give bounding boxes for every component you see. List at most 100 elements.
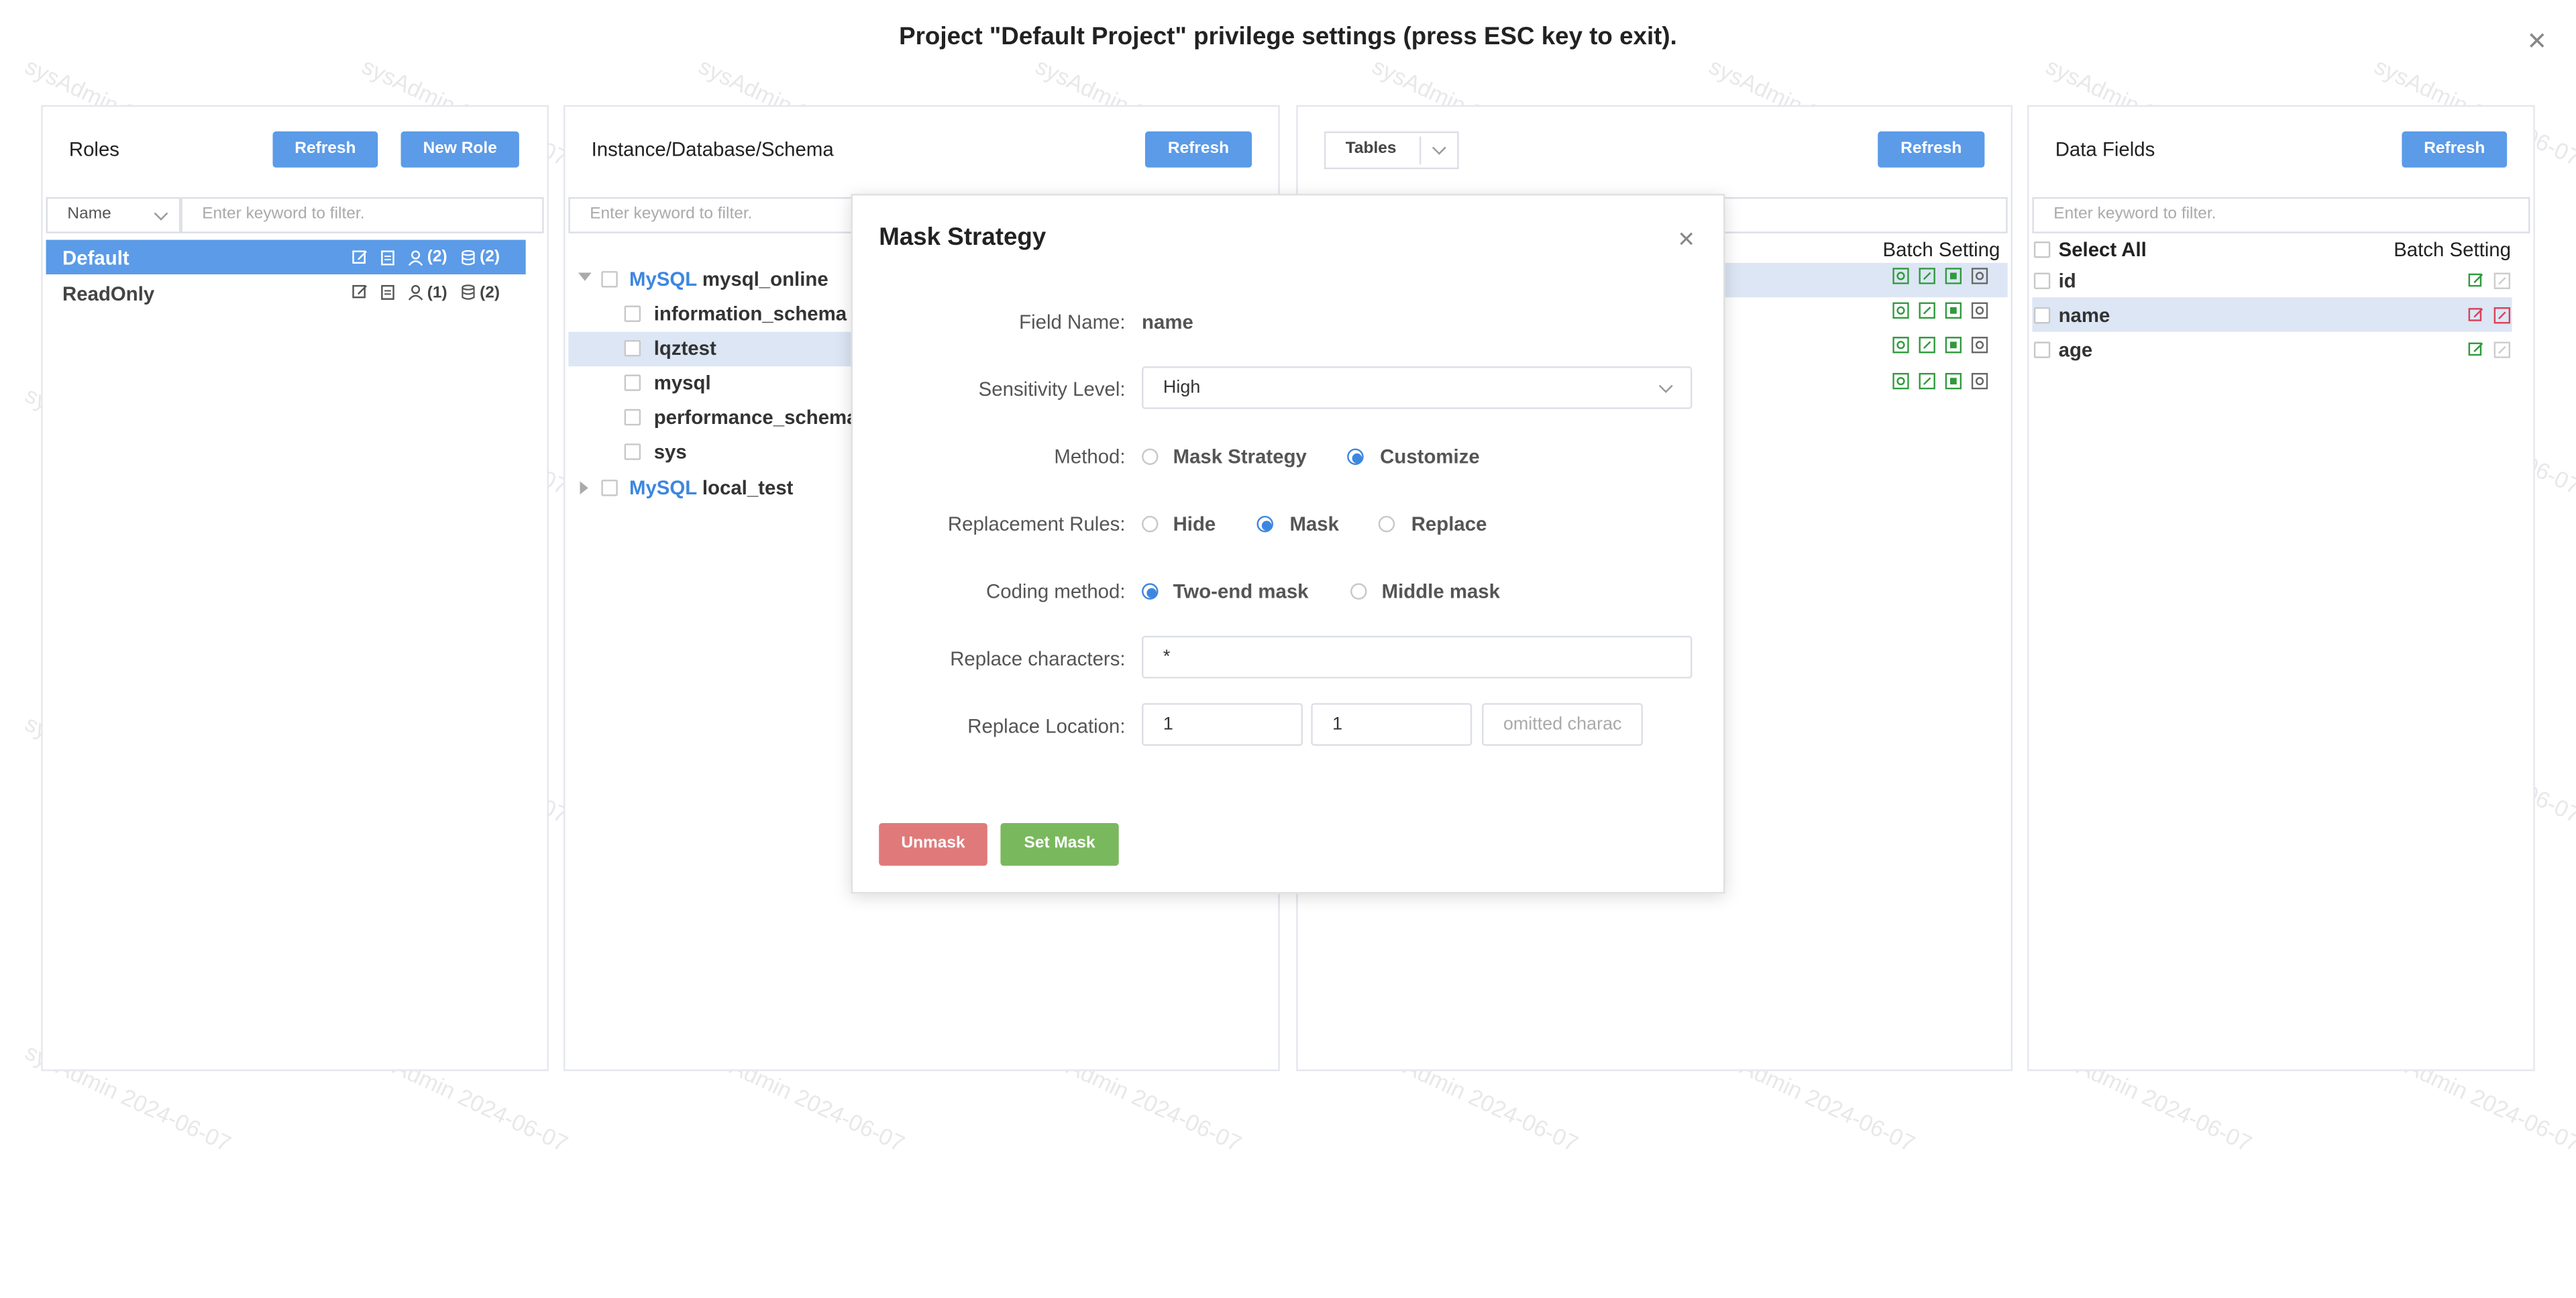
set-mask-button[interactable]: Set Mask (1000, 822, 1119, 866)
clipboard-icon[interactable] (380, 284, 396, 301)
view-icon[interactable] (1892, 302, 1909, 319)
tree-checkbox[interactable] (624, 374, 641, 391)
chevron-down-icon (1658, 379, 1673, 393)
tree-checkbox[interactable] (601, 480, 618, 496)
settings-icon[interactable] (1971, 372, 1988, 390)
role-row-default[interactable]: Default (2) (2) (46, 239, 526, 274)
settings-icon[interactable] (1971, 337, 1988, 354)
select-all-checkbox[interactable] (2033, 241, 2051, 258)
edit-icon[interactable] (352, 284, 368, 301)
tree-node-schema[interactable]: lqztest (654, 337, 716, 360)
roles-filter-input[interactable]: Enter keyword to filter. (180, 197, 544, 233)
roles-title: Roles (68, 138, 120, 162)
role-user-count: (1) (427, 284, 447, 303)
replacement-option[interactable]: Replace (1411, 512, 1487, 535)
tree-node-schema[interactable]: mysql (654, 371, 711, 394)
field-checkbox[interactable] (2033, 307, 2051, 324)
tables-batch-setting[interactable]: Batch Setting (1883, 238, 2000, 261)
replacement-radio-replace[interactable] (1378, 515, 1395, 533)
database-icon[interactable] (460, 284, 476, 301)
database-icon[interactable] (460, 250, 476, 266)
modal-close-icon[interactable]: ✕ (1677, 227, 1695, 252)
location-start-input[interactable]: 1 (1142, 703, 1303, 746)
role-name: Default (62, 246, 129, 270)
mask-icon[interactable] (1945, 302, 1962, 319)
tree-node-mysql-online[interactable]: MySQL mysql_online (629, 268, 828, 290)
user-icon[interactable] (407, 250, 423, 266)
edit-icon[interactable] (2467, 307, 2483, 323)
field-name[interactable]: id (2059, 270, 2076, 292)
coding-option[interactable]: Two-end mask (1173, 580, 1309, 602)
instance-refresh-button[interactable]: Refresh (1144, 131, 1252, 168)
field-name-value: name (1142, 310, 1193, 334)
field-name[interactable]: age (2059, 338, 2093, 361)
mask-icon[interactable] (1945, 268, 1962, 284)
clipboard-icon[interactable] (380, 250, 396, 266)
fields-refresh-button[interactable]: Refresh (2402, 131, 2508, 168)
tree-node-local-test[interactable]: MySQL local_test (629, 476, 793, 499)
mask-icon[interactable] (1945, 337, 1962, 354)
tables-type-select[interactable]: Tables (1324, 131, 1459, 170)
replacement-radio-hide[interactable] (1142, 515, 1159, 533)
role-row-readonly[interactable]: ReadOnly (1) (2) (46, 274, 526, 309)
unmask-button[interactable]: Unmask (879, 822, 987, 866)
edit-icon[interactable] (1919, 372, 1935, 390)
location-omitted-input[interactable]: omitted charac (1481, 703, 1643, 746)
tree-checkbox[interactable] (624, 339, 641, 357)
field-checkbox[interactable] (2033, 341, 2051, 358)
edit-icon[interactable] (1919, 268, 1935, 284)
coding-option[interactable]: Middle mask (1382, 580, 1500, 602)
caret-down-icon[interactable] (578, 272, 592, 281)
roles-filter-select[interactable]: Name (46, 197, 181, 233)
tree-node-schema[interactable]: performance_schema (654, 406, 858, 429)
tree-node-schema[interactable]: sys (654, 440, 687, 463)
mask-icon[interactable] (2493, 272, 2511, 290)
edit-icon[interactable] (2467, 273, 2483, 289)
tables-refresh-button[interactable]: Refresh (1878, 131, 1985, 168)
fields-batch-setting[interactable]: Batch Setting (2394, 238, 2511, 261)
tree-checkbox[interactable] (624, 443, 641, 460)
edit-icon[interactable] (1919, 337, 1935, 354)
location-end-input[interactable]: 1 (1311, 703, 1472, 746)
edit-icon[interactable] (1919, 302, 1935, 319)
edit-icon[interactable] (2467, 341, 2483, 358)
location-label: Replace Location: (967, 714, 1126, 738)
modal-title: Mask Strategy (879, 223, 1046, 252)
coding-radio-middle[interactable] (1350, 583, 1367, 600)
coding-radio-two-end[interactable] (1142, 583, 1159, 600)
view-icon[interactable] (1892, 372, 1909, 390)
method-option[interactable]: Mask Strategy (1173, 445, 1307, 468)
caret-right-icon[interactable] (580, 481, 588, 495)
new-role-button[interactable]: New Role (400, 131, 519, 168)
select-all-label[interactable]: Select All (2059, 238, 2147, 261)
close-icon[interactable]: ✕ (2527, 30, 2548, 54)
roles-panel: Roles Refresh New Role Name Enter keywor… (41, 105, 549, 1071)
mask-icon[interactable] (2493, 341, 2511, 358)
roles-filter-select-value: Name (67, 205, 111, 224)
replace-chars-input[interactable]: * (1142, 635, 1693, 679)
settings-icon[interactable] (1971, 268, 1988, 284)
method-radio-customize[interactable] (1347, 448, 1364, 466)
field-name[interactable]: name (2059, 304, 2110, 327)
sensitivity-select[interactable]: High (1142, 366, 1693, 409)
tree-checkbox[interactable] (624, 305, 641, 323)
user-icon[interactable] (407, 284, 423, 301)
mask-icon[interactable] (2493, 307, 2511, 324)
view-icon[interactable] (1892, 268, 1909, 284)
replacement-radio-mask[interactable] (1256, 515, 1273, 533)
method-option[interactable]: Customize (1380, 445, 1480, 468)
edit-icon[interactable] (352, 250, 368, 266)
field-checkbox[interactable] (2033, 272, 2051, 290)
roles-refresh-button[interactable]: Refresh (272, 131, 378, 168)
view-icon[interactable] (1892, 337, 1909, 354)
tree-node-schema[interactable]: information_schema (654, 303, 847, 325)
tree-checkbox[interactable] (624, 409, 641, 426)
replacement-option[interactable]: Mask (1289, 512, 1339, 535)
tree-checkbox[interactable] (601, 271, 618, 288)
method-radio-mask-strategy[interactable] (1142, 448, 1159, 466)
fields-filter-input[interactable]: Enter keyword to filter. (2032, 197, 2530, 233)
role-user-count: (2) (427, 248, 447, 266)
replacement-option[interactable]: Hide (1173, 512, 1216, 535)
mask-icon[interactable] (1945, 372, 1962, 390)
settings-icon[interactable] (1971, 302, 1988, 319)
